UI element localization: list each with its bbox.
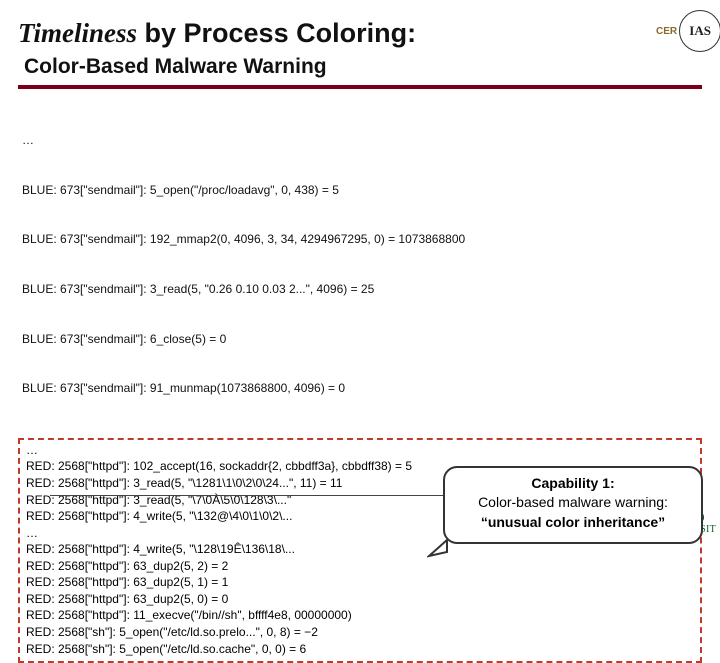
callout-quote: “unusual color inheritance” — [455, 513, 691, 532]
ias-logo: CER IAS — [656, 6, 720, 56]
log-line: BLUE: 673["sendmail"]: 5_open("/proc/loa… — [22, 182, 698, 199]
log-blue-block: … BLUE: 673["sendmail"]: 5_open("/proc/l… — [18, 99, 702, 436]
log-line: BLUE: 673["sendmail"]: 6_close(5) = 0 — [22, 331, 698, 348]
log-line: RED: 2568["httpd"]: 11_execve("/bin//sh"… — [26, 607, 694, 624]
callout-tail-icon — [427, 538, 449, 560]
log-line: BLUE: 673["sendmail"]: 192_mmap2(0, 4096… — [22, 231, 698, 248]
ias-circle: IAS — [679, 10, 720, 52]
log-line: … — [22, 132, 698, 149]
callout-desc: Color-based malware warning: — [455, 493, 691, 512]
log-line: RED: 2568["sh"]: 5_open("/etc/ld.so.cach… — [26, 641, 694, 658]
log-line: … — [26, 442, 694, 459]
cer-text: CER — [656, 26, 677, 37]
log-line: BLUE: 673["sendmail"]: 91_munmap(1073868… — [22, 380, 698, 397]
title-rest: by Process Coloring: — [137, 18, 416, 48]
callout-caption: Capability 1: — [455, 474, 691, 493]
log-red-box: … RED: 2568["httpd"]: 102_accept(16, soc… — [18, 438, 702, 663]
capability-callout: Capability 1: Color-based malware warnin… — [443, 466, 703, 544]
log-line: RED: 2568["httpd"]: 63_dup2(5, 1) = 1 — [26, 574, 694, 591]
title-italic: Timeliness — [18, 18, 137, 48]
slide-subtitle: Color-Based Malware Warning — [24, 55, 702, 79]
slide-title: Timeliness by Process Coloring: — [18, 18, 702, 49]
log-line: RED: 2568["httpd"]: 63_dup2(5, 2) = 2 — [26, 558, 694, 575]
log-line: RED: 2568["httpd"]: 63_dup2(5, 0) = 0 — [26, 591, 694, 608]
log-line: BLUE: 673["sendmail"]: 3_read(5, "0.26 0… — [22, 281, 698, 298]
title-rule — [18, 85, 702, 89]
footer-rule — [50, 495, 460, 496]
log-line: RED: 2568["sh"]: 5_open("/etc/ld.so.prel… — [26, 624, 694, 641]
